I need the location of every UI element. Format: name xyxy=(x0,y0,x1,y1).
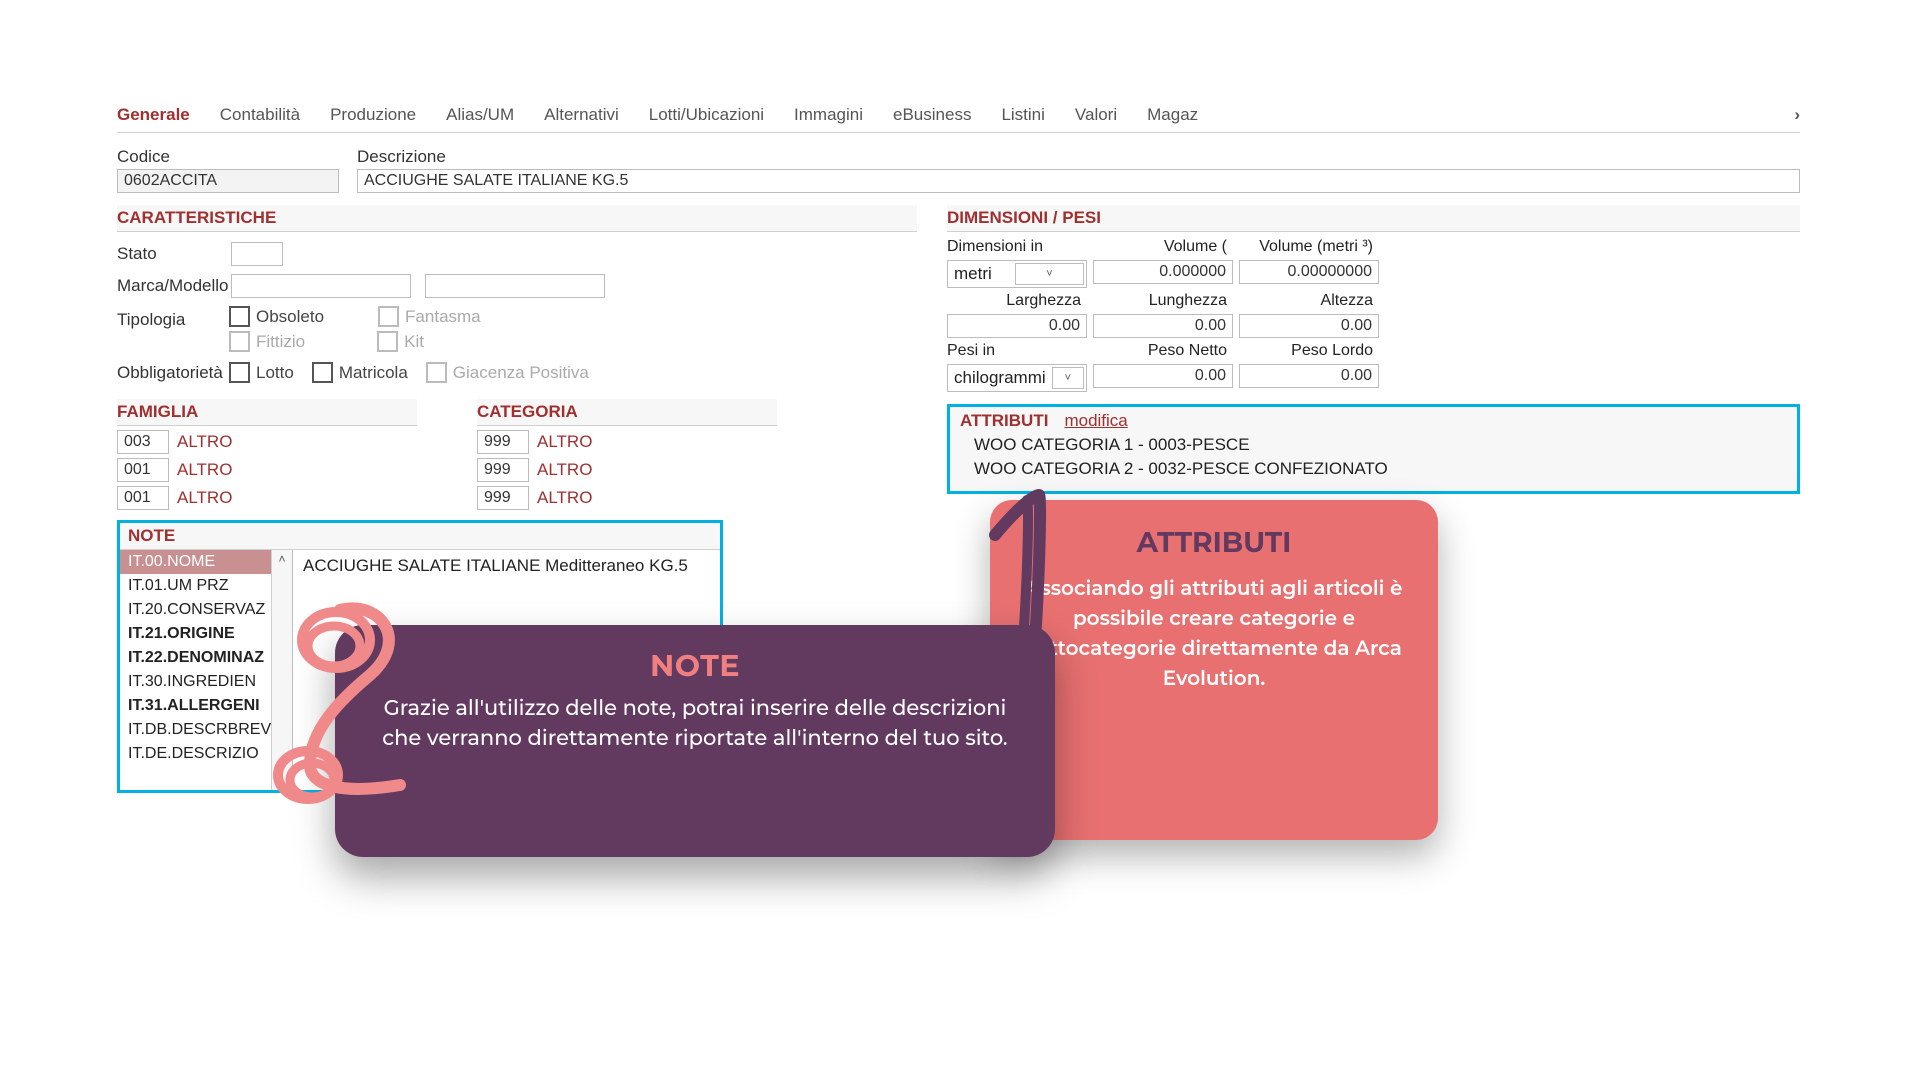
callout-note-title: NOTE xyxy=(375,647,1015,684)
note-list[interactable]: IT.00.NOMEIT.01.UM PRZIT.20.CONSERVAZIT.… xyxy=(120,550,293,790)
codice-input[interactable] xyxy=(117,169,339,193)
pesi-in-select[interactable]: chilogrammi ˅ xyxy=(947,364,1087,392)
note-list-scrollbar[interactable]: ˄ xyxy=(271,550,292,790)
peso-netto-input[interactable] xyxy=(1093,364,1233,388)
pesi-in-label: Pesi in xyxy=(947,342,1087,360)
note-list-item[interactable]: IT.21.ORIGINE xyxy=(120,622,292,646)
categoria-code-input[interactable] xyxy=(477,430,529,454)
fittizio-checkbox[interactable] xyxy=(229,331,250,352)
famiglia-label: ALTRO xyxy=(177,488,232,508)
tab-alias-um[interactable]: Alias/UM xyxy=(446,105,514,125)
note-list-item[interactable]: IT.01.UM PRZ xyxy=(120,574,292,598)
marca-label: Marca/Modello xyxy=(117,276,217,296)
categoria-code-input[interactable] xyxy=(477,486,529,510)
stato-label: Stato xyxy=(117,244,217,264)
callout-attributi: ATTRIBUTI Associando gli attributi agli … xyxy=(990,500,1438,840)
famiglia-code-input[interactable] xyxy=(117,430,169,454)
stato-input[interactable] xyxy=(231,242,283,266)
matricola-label: Matricola xyxy=(339,363,408,383)
famiglia-label: ALTRO xyxy=(177,460,232,480)
note-list-item[interactable]: IT.DE.DESCRIZIO xyxy=(120,742,292,766)
larghezza-input[interactable] xyxy=(947,314,1087,338)
kit-checkbox[interactable] xyxy=(377,331,398,352)
obbl-label: Obbligatorietà xyxy=(117,363,229,383)
note-list-item[interactable]: IT.31.ALLERGENI xyxy=(120,694,292,718)
tipologia-label: Tipologia xyxy=(117,306,229,330)
obsoleto-checkbox[interactable] xyxy=(229,306,250,327)
note-header: NOTE xyxy=(120,523,720,550)
volume-label: Volume ( xyxy=(1093,238,1233,256)
chevron-down-icon: ˅ xyxy=(1015,263,1084,285)
fantasma-label: Fantasma xyxy=(405,307,481,327)
callout-attributi-body: Associando gli attributi agli articoli è… xyxy=(1024,574,1404,694)
categoria-label: ALTRO xyxy=(537,488,592,508)
kit-label: Kit xyxy=(404,332,424,352)
fantasma-checkbox[interactable] xyxy=(378,306,399,327)
note-list-item[interactable]: IT.22.DENOMINAZ xyxy=(120,646,292,670)
categoria-label: ALTRO xyxy=(537,432,592,452)
caratteristiche-header: CARATTERISTICHE xyxy=(117,205,917,232)
tab-ebusiness[interactable]: eBusiness xyxy=(893,105,971,125)
peso-netto-label: Peso Netto xyxy=(1093,342,1233,360)
note-list-item[interactable]: IT.00.NOME xyxy=(120,550,292,574)
chevron-down-icon: ˅ xyxy=(1052,367,1084,389)
lunghezza-input[interactable] xyxy=(1093,314,1233,338)
callout-note: NOTE Grazie all'utilizzo delle note, pot… xyxy=(335,625,1055,857)
attributi-panel: ATTRIBUTI modifica WOO CATEGORIA 1 - 000… xyxy=(947,404,1800,494)
marca-input[interactable] xyxy=(231,274,411,298)
famiglia-code-input[interactable] xyxy=(117,458,169,482)
tab-generale[interactable]: Generale xyxy=(117,105,190,125)
tab-listini[interactable]: Listini xyxy=(1001,105,1044,125)
categoria-label: ALTRO xyxy=(537,460,592,480)
codice-label: Codice xyxy=(117,147,339,167)
obsoleto-label: Obsoleto xyxy=(256,307,324,327)
giacenza-checkbox[interactable] xyxy=(426,362,447,383)
tab-magaz[interactable]: Magaz xyxy=(1147,105,1198,125)
modello-input[interactable] xyxy=(425,274,605,298)
matricola-checkbox[interactable] xyxy=(312,362,333,383)
lotto-label: Lotto xyxy=(256,363,294,383)
dimensioni-in-label: Dimensioni in xyxy=(947,238,1087,256)
tab-scroll-right[interactable]: › xyxy=(1794,105,1800,125)
tab-valori[interactable]: Valori xyxy=(1075,105,1117,125)
altezza-label: Altezza xyxy=(1239,292,1379,310)
tab-produzione[interactable]: Produzione xyxy=(330,105,416,125)
lunghezza-label: Lunghezza xyxy=(1093,292,1233,310)
callout-attributi-title: ATTRIBUTI xyxy=(1024,526,1404,560)
fittizio-label: Fittizio xyxy=(256,332,305,352)
attributi-header: ATTRIBUTI xyxy=(960,411,1048,431)
tab-immagini[interactable]: Immagini xyxy=(794,105,863,125)
tab-contabilita[interactable]: Contabilità xyxy=(220,105,300,125)
dimensioni-in-select[interactable]: metri ˅ xyxy=(947,260,1087,288)
callout-note-body: Grazie all'utilizzo delle note, potrai i… xyxy=(375,694,1015,755)
famiglia-header: FAMIGLIA xyxy=(117,399,417,426)
peso-lordo-input[interactable] xyxy=(1239,364,1379,388)
volume-input[interactable] xyxy=(1093,260,1233,284)
larghezza-label: Larghezza xyxy=(947,292,1087,310)
peso-lordo-label: Peso Lordo xyxy=(1239,342,1379,360)
tab-strip: Generale Contabilità Produzione Alias/UM… xyxy=(117,105,1800,133)
dim-header: DIMENSIONI / PESI xyxy=(947,205,1800,232)
attributi-row: WOO CATEGORIA 2 - 0032-PESCE CONFEZIONAT… xyxy=(950,457,1797,481)
lotto-checkbox[interactable] xyxy=(229,362,250,383)
note-list-item[interactable]: IT.DB.DESCRBREV xyxy=(120,718,292,742)
note-list-item[interactable]: IT.20.CONSERVAZ xyxy=(120,598,292,622)
famiglia-label: ALTRO xyxy=(177,432,232,452)
descrizione-input[interactable] xyxy=(357,169,1800,193)
attributi-modifica-link[interactable]: modifica xyxy=(1064,411,1127,431)
famiglia-code-input[interactable] xyxy=(117,486,169,510)
scroll-up-icon[interactable]: ˄ xyxy=(272,552,292,566)
descrizione-label: Descrizione xyxy=(357,147,1800,167)
tab-alternativi[interactable]: Alternativi xyxy=(544,105,619,125)
altezza-input[interactable] xyxy=(1239,314,1379,338)
note-list-item[interactable]: IT.30.INGREDIEN xyxy=(120,670,292,694)
categoria-code-input[interactable] xyxy=(477,458,529,482)
categoria-header: CATEGORIA xyxy=(477,399,777,426)
tab-lotti[interactable]: Lotti/Ubicazioni xyxy=(649,105,764,125)
volume-m3-label: Volume (metri ³) xyxy=(1239,238,1379,256)
volume-m3-input[interactable] xyxy=(1239,260,1379,284)
giacenza-label: Giacenza Positiva xyxy=(453,363,589,383)
attributi-row: WOO CATEGORIA 1 - 0003-PESCE xyxy=(950,433,1797,457)
